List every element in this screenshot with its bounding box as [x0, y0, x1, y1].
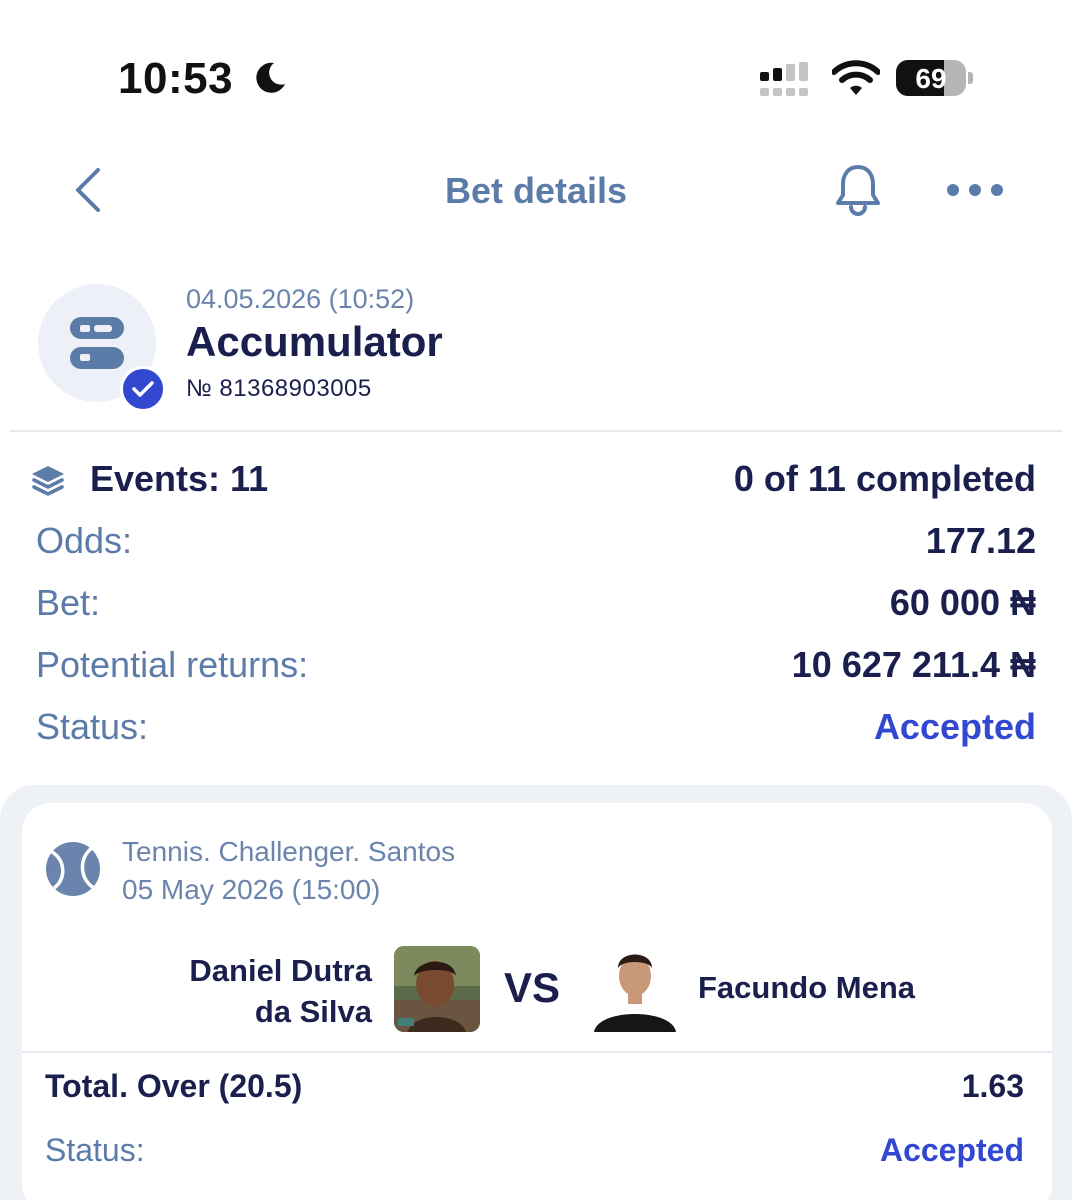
bet-row: Bet: 60 000 ₦	[36, 582, 1036, 632]
bet-details-screen: 10:53 69 Bet details 04.05.2026 (10:52) …	[0, 0, 1072, 1200]
bet-type: Accumulator	[186, 318, 443, 365]
bell-icon	[836, 165, 880, 216]
bet-value: 60 000 ₦	[889, 582, 1036, 623]
potential-returns-label: Potential returns:	[36, 644, 309, 685]
events-completed: 0 of 11 completed	[733, 458, 1036, 499]
player1-avatar	[394, 946, 480, 1032]
battery-icon: 69	[896, 60, 966, 96]
potential-returns-value: 10 627 211.4 ₦	[791, 644, 1036, 685]
status-bar: 10:53 69	[0, 0, 1072, 130]
event-date: 05 May 2026 (15:00)	[122, 874, 381, 905]
bet-label: Bet:	[36, 582, 101, 623]
more-options-button[interactable]	[940, 165, 1010, 215]
accumulator-icon	[70, 317, 124, 369]
status-time: 10:53	[118, 54, 234, 103]
battery-level: 69	[915, 63, 947, 94]
check-icon	[132, 381, 154, 397]
cellular-signal-icon	[760, 62, 808, 96]
odds-value: 177.12	[925, 520, 1036, 561]
player1-name-line2: da Silva	[254, 994, 372, 1029]
player2-avatar	[592, 946, 678, 1032]
player1-photo	[394, 946, 480, 1032]
player2-name: Facundo Mena	[698, 970, 916, 1005]
layers-icon	[32, 466, 64, 496]
status-row: Status: Accepted	[36, 706, 1036, 756]
accepted-badge	[120, 366, 166, 412]
more-icon	[947, 184, 1003, 196]
card-divider	[22, 1051, 1052, 1053]
odds-row: Odds: 177.12	[36, 520, 1036, 570]
notifications-button[interactable]	[828, 160, 888, 220]
bet-date: 04.05.2026 (10:52)	[186, 284, 415, 314]
events-row: Events: 11 0 of 11 completed	[32, 458, 1036, 508]
battery-nub	[968, 72, 973, 84]
odds-label: Odds:	[36, 520, 133, 561]
player2-photo	[592, 946, 678, 1032]
event-status-label: Status:	[45, 1132, 145, 1168]
status-value: Accepted	[873, 706, 1036, 747]
bet-number: № 81368903005	[186, 375, 372, 402]
potential-returns-row: Potential returns: 10 627 211.4 ₦	[36, 644, 1036, 694]
page-title: Bet details	[444, 170, 628, 211]
events-count: Events: 11	[90, 458, 269, 499]
wifi-icon	[832, 60, 880, 95]
divider	[10, 430, 1062, 432]
player1-name-line1: Daniel Dutra	[189, 953, 372, 988]
moon-icon	[256, 62, 285, 93]
tournament-name: Tennis. Challenger. Santos	[122, 836, 456, 867]
player1-name: Daniel Dutra da Silva	[112, 950, 372, 1032]
market-odds: 1.63	[961, 1068, 1024, 1104]
versus-label: VS	[504, 964, 561, 1011]
market-name: Total. Over (20.5)	[45, 1068, 303, 1104]
event-status-value: Accepted	[879, 1132, 1024, 1168]
tennis-ball-icon	[46, 842, 100, 896]
status-label: Status:	[36, 706, 149, 747]
